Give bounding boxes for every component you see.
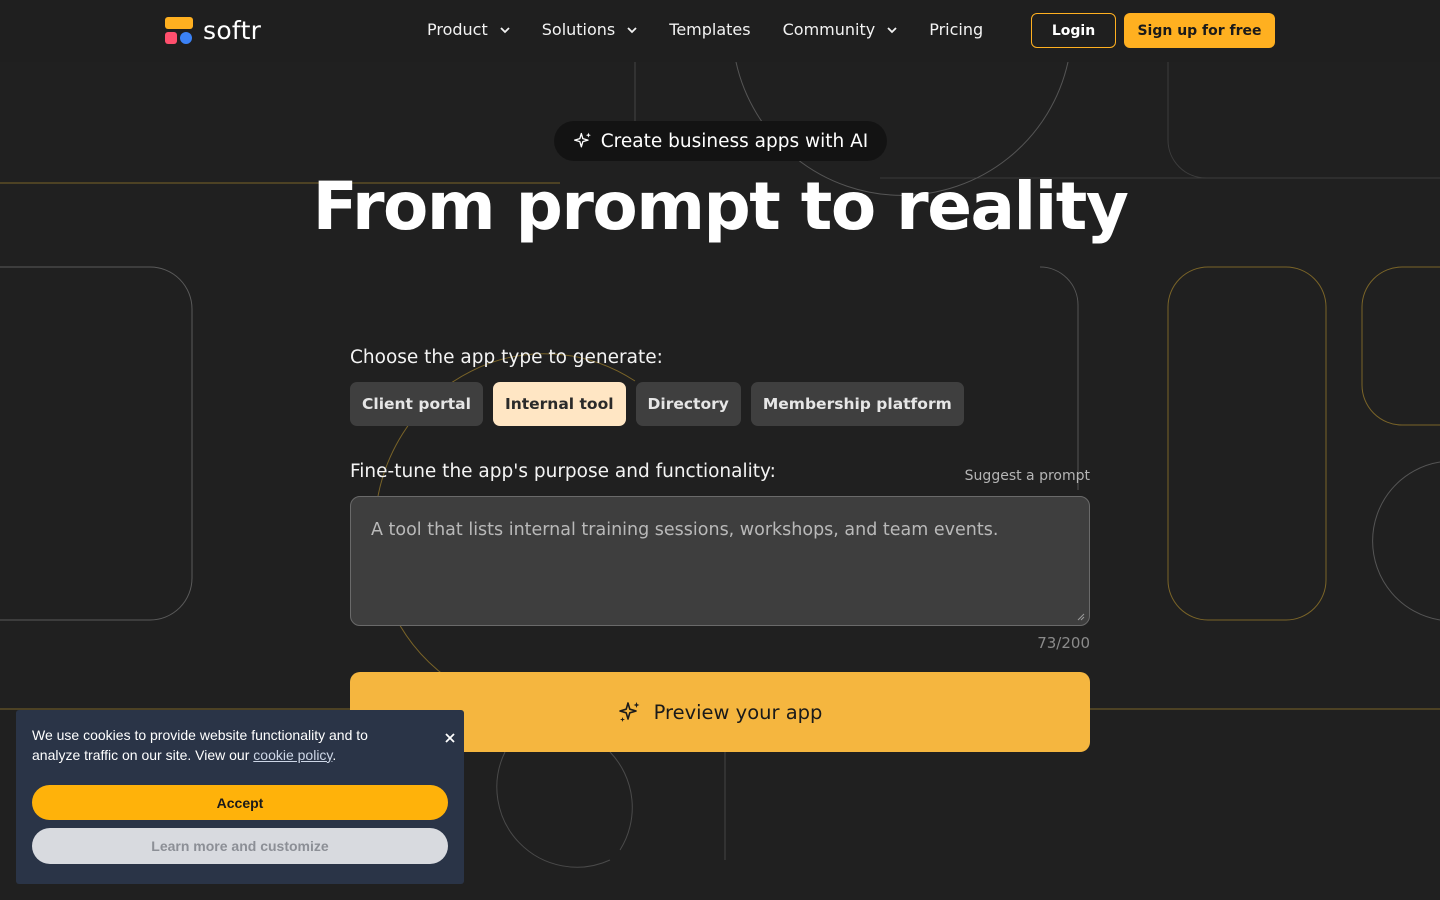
cookie-message: We use cookies to provide website functi… (32, 726, 402, 765)
nav-item-templates[interactable]: Templates (669, 20, 750, 39)
app-type-label: Choose the app type to generate: (350, 347, 663, 368)
prompt-textarea[interactable]: A tool that lists internal training sess… (350, 496, 1090, 626)
chevron-down-icon (627, 26, 637, 33)
signup-button[interactable]: Sign up for free (1124, 13, 1275, 48)
preview-button-label: Preview your app (653, 700, 823, 724)
app-type-client-portal[interactable]: Client portal (350, 382, 483, 426)
sparkle-icon (618, 702, 640, 722)
nav-item-pricing[interactable]: Pricing (929, 20, 983, 39)
app-type-membership-platform[interactable]: Membership platform (750, 382, 964, 426)
cookie-message-suffix: . (332, 746, 337, 763)
softr-logo-icon (165, 16, 193, 45)
suggest-prompt-link[interactable]: Suggest a prompt (956, 468, 1090, 484)
purpose-label: Fine-tune the app's purpose and function… (350, 461, 776, 482)
nav-item-product[interactable]: Product (427, 20, 510, 39)
chevron-down-icon (500, 26, 510, 33)
prompt-text: A tool that lists internal training sess… (371, 520, 999, 540)
app-type-directory[interactable]: Directory (635, 382, 741, 426)
cookie-banner: We use cookies to provide website functi… (16, 710, 464, 884)
learn-more-button[interactable]: Learn more and customize (32, 828, 448, 864)
accept-cookies-button[interactable]: Accept (32, 785, 448, 820)
badge-text: Create business apps with AI (600, 130, 869, 152)
nav-item-label: Product (427, 20, 488, 39)
main-menu: Product Solutions Templates Community Pr… (427, 20, 1015, 39)
sparkle-icon (573, 132, 591, 148)
close-icon[interactable] (444, 732, 456, 744)
nav-item-label: Pricing (929, 20, 984, 39)
chevron-down-icon (887, 26, 897, 33)
nav-item-solutions[interactable]: Solutions (542, 20, 638, 39)
character-counter: 73/200 (1037, 634, 1090, 652)
top-nav: softr Product Solutions Templates Commun… (0, 0, 1440, 62)
nav-item-community[interactable]: Community (783, 20, 898, 39)
nav-item-label: Templates (669, 20, 751, 39)
logo-text: softr (203, 16, 262, 45)
logo[interactable]: softr (165, 16, 261, 45)
hero-title: From prompt to reality (312, 168, 1129, 245)
nav-item-label: Solutions (541, 20, 616, 39)
cookie-policy-link[interactable]: cookie policy (253, 747, 332, 763)
login-button[interactable]: Login (1031, 13, 1116, 48)
app-type-options: Client portal Internal tool Directory Me… (350, 382, 964, 426)
ai-badge: Create business apps with AI (554, 121, 887, 161)
resize-handle-icon[interactable] (1077, 613, 1085, 621)
nav-item-label: Community (782, 20, 876, 39)
app-type-internal-tool[interactable]: Internal tool (492, 382, 626, 426)
